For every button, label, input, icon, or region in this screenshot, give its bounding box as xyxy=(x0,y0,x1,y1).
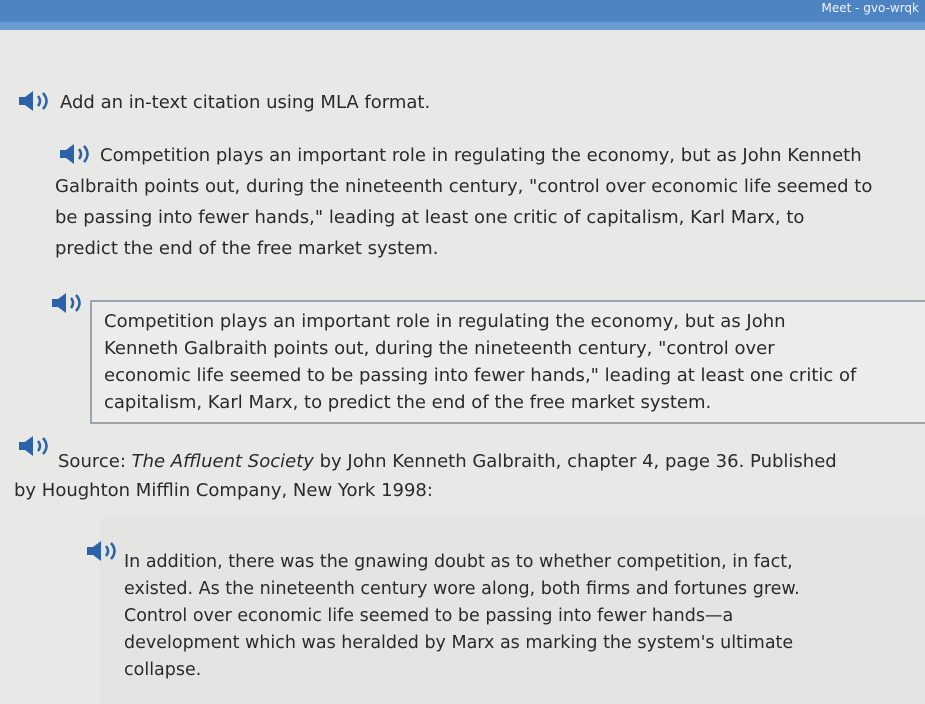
answer-line: Kenneth Galbraith points out, during the… xyxy=(104,338,775,359)
quote-line: In addition, there was the gnawing doubt… xyxy=(124,552,793,572)
top-bar-corner-text: Meet - gvo-wrqk xyxy=(821,1,920,15)
passage-line: Galbraith points out, during the ninetee… xyxy=(55,176,873,197)
answer-line: Competition plays an important role in r… xyxy=(104,311,786,332)
speaker-icon[interactable] xyxy=(85,540,119,562)
speaker-icon[interactable] xyxy=(58,143,92,165)
quote-line: Control over economic life seemed to be … xyxy=(124,606,734,626)
instruction-text: Add an in-text citation using MLA format… xyxy=(60,92,431,113)
speaker-icon[interactable] xyxy=(50,292,84,314)
answer-box-text[interactable]: Competition plays an important role in r… xyxy=(104,308,856,416)
source-book-title: The Affluent Society xyxy=(131,451,314,472)
top-bar: Meet - gvo-wrqk xyxy=(0,0,925,30)
passage-line: be passing into fewer hands," leading at… xyxy=(55,207,805,228)
speaker-icon[interactable] xyxy=(17,90,51,112)
source-line-1: Source: The Affluent Society by John Ken… xyxy=(58,447,837,476)
quote-line: development which was heralded by Marx a… xyxy=(124,633,794,653)
quote-line: collapse. xyxy=(124,660,202,680)
speaker-icon[interactable] xyxy=(17,435,51,457)
source-line-2: by Houghton Mifflin Company, New York 19… xyxy=(14,480,433,501)
source-prefix: Source: xyxy=(58,451,132,472)
passage-line: predict the end of the free market syste… xyxy=(55,238,439,259)
source-details: by John Kenneth Galbraith, chapter 4, pa… xyxy=(313,451,837,472)
passage-line: Competition plays an important role in r… xyxy=(100,145,862,166)
answer-line: economic life seemed to be passing into … xyxy=(104,365,857,386)
answer-line: capitalism, Karl Marx, to predict the en… xyxy=(104,392,712,413)
quote-text: In addition, there was the gnawing doubt… xyxy=(124,549,800,684)
quote-line: existed. As the nineteenth century wore … xyxy=(124,579,800,599)
